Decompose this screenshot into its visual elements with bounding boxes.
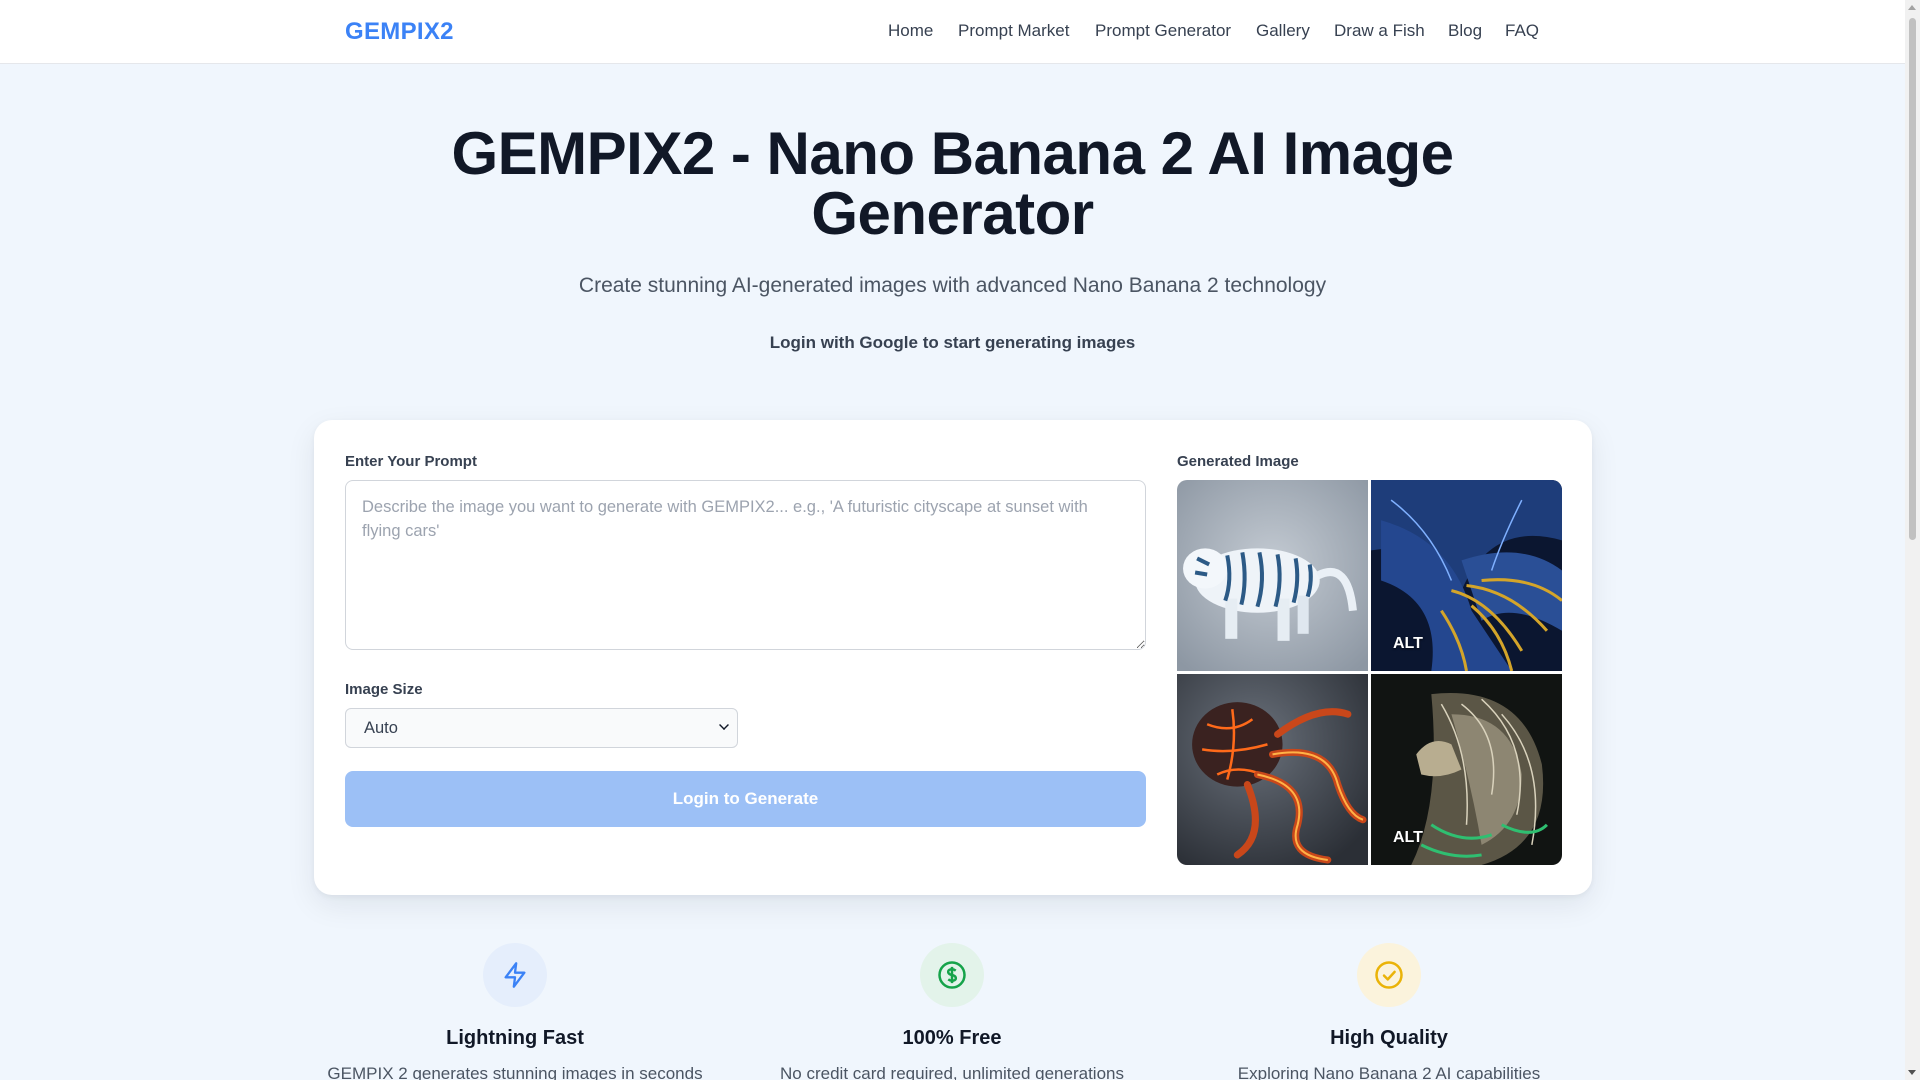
nav-gallery[interactable]: Gallery [1256,21,1310,41]
scrollbar-thumb[interactable] [1909,18,1916,540]
feature-desc: Exploring Nano Banana 2 AI capabilities [1237,1064,1541,1080]
page-title: GEMPIX2 - Nano Banana 2 AI Image Generat… [300,124,1605,244]
feature-title: Lightning Fast [446,1027,584,1049]
feature-high-quality: High Quality Exploring Nano Banana 2 AI … [1169,943,1609,1080]
gallery-image-octopus[interactable] [1177,674,1368,865]
site-logo[interactable]: GEMPIX2 [345,18,454,46]
generated-image-label: Generated Image [1177,453,1299,470]
top-navbar: GEMPIX2 Home Prompt Market Prompt Genera… [0,0,1905,64]
nav-prompt-generator[interactable]: Prompt Generator [1095,21,1231,41]
scroll-down-arrow-icon[interactable] [1908,1070,1916,1075]
generator-card: Enter Your Prompt Image Size Auto Login … [314,420,1592,895]
page-title-line-1: GEMPIX2 - Nano Banana 2 AI Image [451,120,1454,187]
tiger-image [1177,480,1368,671]
nav-blog[interactable]: Blog [1448,21,1482,41]
alt-badge: ALT [1393,635,1423,652]
alt-badge: ALT [1393,829,1423,846]
login-to-generate-button[interactable]: Login to Generate [345,771,1146,827]
gallery-image-tiger[interactable] [1177,480,1368,671]
nav-home[interactable]: Home [888,21,933,41]
nav-draw-a-fish[interactable]: Draw a Fish [1334,21,1425,41]
feature-lightning-fast: Lightning Fast GEMPIX 2 generates stunni… [295,943,735,1080]
generated-image-grid: ALT ALT [1177,480,1562,865]
image-size-label: Image Size [345,681,423,698]
gallery-image-phoenix[interactable]: ALT [1371,480,1562,671]
gallery-image-lion[interactable]: ALT [1371,674,1562,865]
page-title-line-2: Generator [811,180,1094,247]
octopus-image [1177,674,1368,865]
check-circle-icon [1357,943,1421,1007]
feature-desc: No credit card required, unlimited gener… [780,1064,1124,1080]
page-subtitle: Create stunning AI-generated images with… [578,274,1327,297]
image-size-select[interactable]: Auto [345,708,738,748]
feature-title: High Quality [1330,1027,1448,1049]
nav-prompt-market[interactable]: Prompt Market [958,21,1069,41]
feature-title: 100% Free [902,1027,1002,1049]
page-scrollbar[interactable] [1905,0,1920,1080]
login-hint: Login with Google to start generating im… [769,333,1136,352]
scroll-up-arrow-icon[interactable] [1908,5,1916,10]
prompt-label: Enter Your Prompt [345,453,477,470]
prompt-input[interactable] [345,480,1146,650]
nav-faq[interactable]: FAQ [1505,21,1539,41]
dollar-icon [920,943,984,1007]
lightning-icon [483,943,547,1007]
feature-free: 100% Free No credit card required, unlim… [732,943,1172,1080]
feature-desc: GEMPIX 2 generates stunning images in se… [327,1064,703,1080]
